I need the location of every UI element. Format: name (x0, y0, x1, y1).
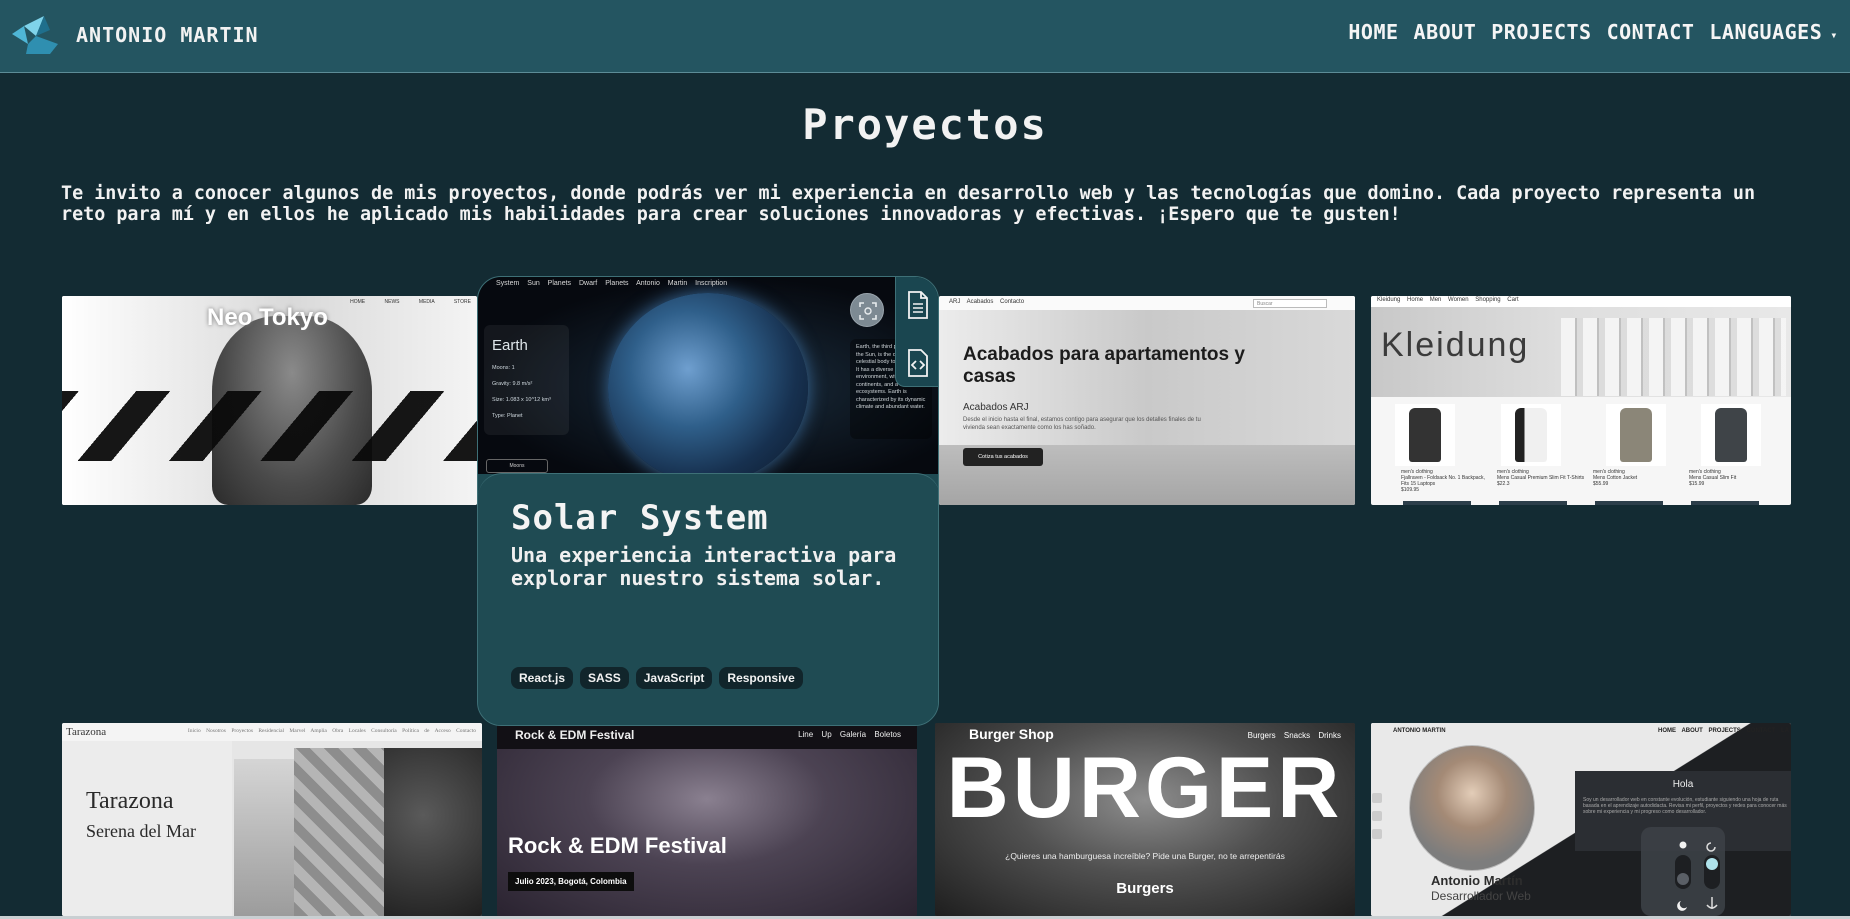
page-title: Proyectos (802, 100, 1048, 149)
interior-photo (234, 759, 294, 916)
preview-category: Burgers (1116, 880, 1174, 897)
nav-about[interactable]: ABOUT (1414, 20, 1477, 44)
product-button (1595, 501, 1663, 505)
preview-name: Antonio Martín (1431, 873, 1523, 888)
preview-search: Buscar (1253, 299, 1327, 308)
theme-toggle-icons (1675, 841, 1720, 911)
scan-icon (859, 302, 877, 320)
preview-title: Tarazona (86, 788, 174, 814)
preview-nav: Line Up Galería Boletos (798, 730, 901, 739)
tag-responsive: Responsive (719, 667, 803, 689)
project-card-tarazona[interactable]: Tarazona Inicio Nosotros Proyectos Resid… (62, 723, 482, 916)
project-card-neo-tokyo[interactable]: HOME NEWS MEDIA STORE Neo Tokyo (62, 296, 477, 505)
preview-role: Desarrollador Web (1431, 889, 1531, 903)
tag-javascript: JavaScript (635, 667, 713, 689)
theme-toggle-panel (1641, 827, 1725, 916)
brand-name: ANTONIO MARTIN (76, 23, 259, 47)
document-icon[interactable] (906, 291, 930, 319)
product-label: men's clothing Mens Casual Slim Fit $15.99 (1689, 469, 1737, 487)
preview-tagline: ¿Quieres una hamburguesa increíble? Pide… (1005, 851, 1285, 861)
clothing-rack-illustration (1561, 318, 1786, 396)
project-description: Una experiencia interactiva para explora… (511, 543, 897, 590)
preview-heading: Acabados para apartamentos y casas (963, 344, 1245, 387)
product-button (1403, 501, 1471, 505)
garden-photo (384, 748, 482, 916)
project-card-acabados[interactable]: ARJ Acabados Contacto Buscar Acabados pa… (939, 296, 1355, 505)
preview-nav: Inicio Nosotros Proyectos Residencial Ma… (187, 728, 476, 734)
product-label: men's clothing Mens Casual Premium Slim F… (1497, 469, 1585, 487)
intro-text: Te invito a conocer algunos de mis proye… (61, 183, 1756, 225)
scan-button[interactable] (850, 293, 884, 327)
nav-projects[interactable]: PROJECTS (1491, 20, 1591, 44)
product-button (1499, 501, 1567, 505)
code-icon[interactable] (906, 349, 930, 377)
preview-subtitle: Serena del Mar (86, 821, 196, 841)
tag-sass: SASS (580, 667, 629, 689)
social-icons (1372, 793, 1384, 853)
earth-image (608, 293, 808, 483)
project-card-solar-system[interactable]: System Sun Planets Dwarf Planets Antonio… (477, 276, 939, 726)
nav-languages-label: LANGUAGES (1709, 20, 1823, 44)
sweater-image (1715, 408, 1747, 462)
product-label: men's clothing Fjallraven - Foldsack No. … (1401, 469, 1485, 493)
greeting-title: Hola (1672, 779, 1694, 790)
preview-hero-text: BURGER (946, 740, 1344, 836)
jacket-image (1620, 408, 1652, 462)
nav-languages-dropdown[interactable]: LANGUAGES ▾ (1709, 20, 1838, 44)
preview-text: Desde el inicio hasta el final, estamos … (963, 417, 1201, 431)
tag-react: React.js (511, 667, 574, 689)
nav-contact[interactable]: CONTACT (1607, 20, 1695, 44)
greeting-text: Soy un desarrollador web en constante ev… (1583, 797, 1787, 815)
project-actions (895, 277, 938, 387)
graphic-stripes (62, 391, 477, 461)
origami-bird-logo-icon (12, 16, 58, 54)
planet-stat: Size: 1.083 x 10^12 km³ (492, 397, 551, 403)
caret-down-icon: ▾ (1830, 28, 1838, 42)
preview-date: Julio 2023, Bogotá, Colombia (508, 872, 634, 891)
project-info-panel: Solar System Una experiencia interactiva… (478, 473, 938, 725)
nav-home[interactable]: HOME (1348, 20, 1398, 44)
product-image (1501, 404, 1561, 466)
preview-nav: HOME ABOUT PROJECTS CONTACT LA (1658, 728, 1789, 734)
planet-stat: Type: Planet (492, 413, 523, 419)
moons-button: Moons (486, 459, 548, 473)
preview-title: Rock & EDM Festival (508, 833, 727, 858)
tshirt-image (1515, 408, 1547, 462)
project-card-rock-edm[interactable]: Rock & EDM Festival Line Up Galería Bole… (497, 723, 917, 916)
preview-nav-bar: ANTONIO MARTIN HOME ABOUT PROJECTS CONTA… (1371, 723, 1791, 741)
product-button (1691, 501, 1759, 505)
preview-button: Cotiza tus acabados (963, 448, 1043, 466)
avatar (1409, 745, 1535, 871)
site-header: ANTONIO MARTIN HOME ABOUT PROJECTS CONTA… (0, 0, 1850, 73)
product-image (1606, 404, 1666, 466)
planet-name: Earth (492, 337, 528, 354)
planet-stat: Moons: 1 (492, 365, 515, 371)
project-card-portfolio[interactable]: ANTONIO MARTIN HOME ABOUT PROJECTS CONTA… (1371, 723, 1791, 916)
preview-brand: Kleidung (1381, 326, 1530, 364)
product-image (1701, 404, 1761, 466)
planet-info-panel: Earth Moons: 1 Gravity: 9.8 m/s² Size: 1… (484, 325, 569, 435)
planet-stat: Gravity: 9.8 m/s² (492, 381, 533, 387)
preview-nav: System Sun Planets Dwarf Planets Antonio… (496, 280, 728, 287)
project-title: Solar System (511, 498, 769, 538)
product-image (1395, 404, 1455, 466)
preview-nav: Kleidung Home Men Women Shopping Cart (1371, 296, 1791, 307)
project-card-burger[interactable]: Burger Shop Burgers Snacks Drinks BURGER… (935, 723, 1355, 916)
product-label: men's clothing Mens Cotton Jacket $55.99 (1593, 469, 1638, 487)
wall-photo (294, 748, 384, 916)
preview-brand: Rock & EDM Festival (515, 728, 635, 742)
brand[interactable]: ANTONIO MARTIN (10, 14, 259, 56)
preview-subheading: Acabados ARJ (963, 402, 1029, 413)
preview-nav-bar: Rock & EDM Festival Line Up Galería Bole… (497, 723, 917, 749)
preview-nav: HOME NEWS MEDIA STORE (350, 299, 471, 305)
preview-brand: ANTONIO MARTIN (1393, 728, 1446, 734)
project-card-kleidung[interactable]: Kleidung Home Men Women Shopping Cart Kl… (1371, 296, 1791, 505)
tech-tags: React.js SASS JavaScript Responsive (511, 667, 803, 689)
main-nav: HOME ABOUT PROJECTS CONTACT LANGUAGES ▾ (1348, 20, 1838, 44)
preview-title: Neo Tokyo (207, 304, 328, 331)
backpack-image (1409, 408, 1441, 462)
